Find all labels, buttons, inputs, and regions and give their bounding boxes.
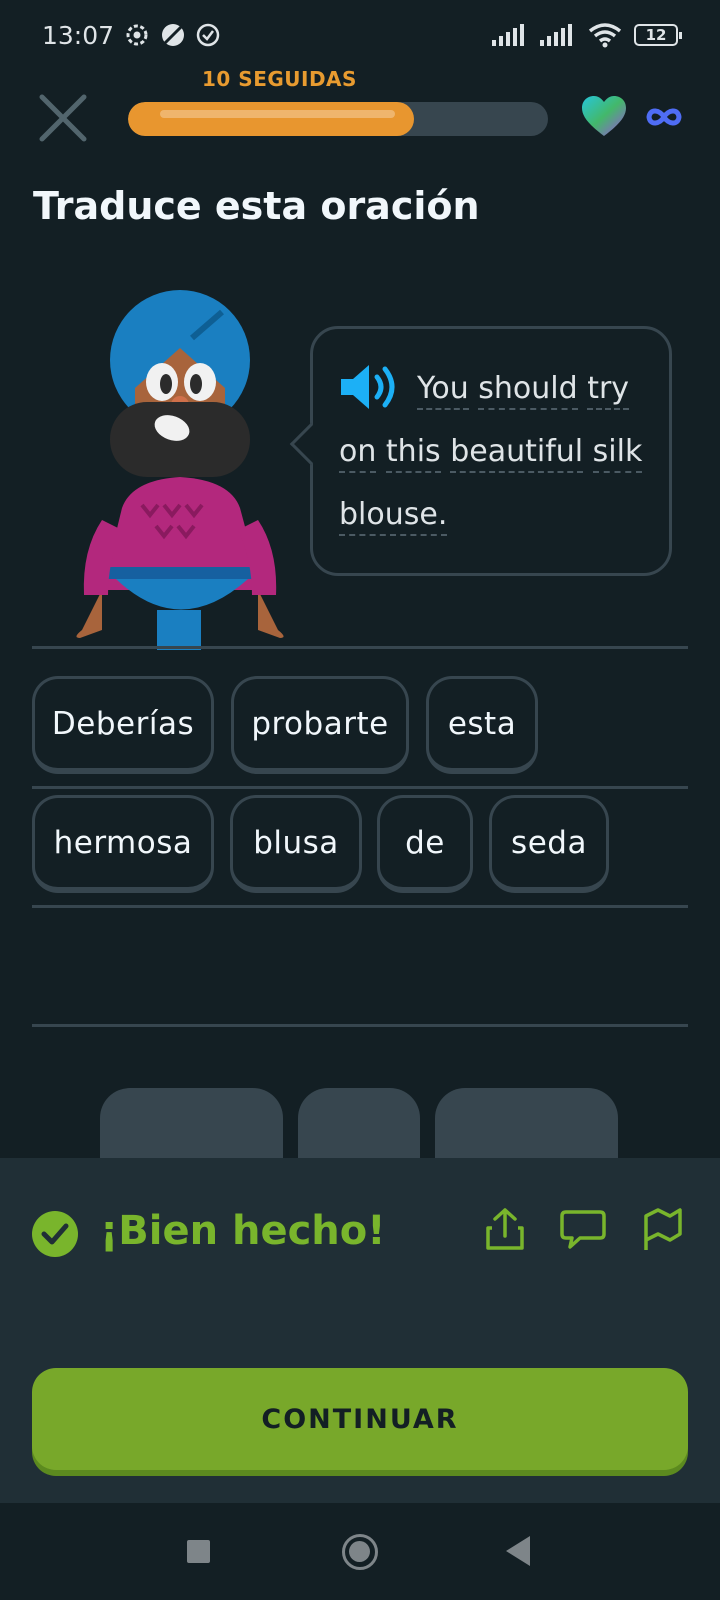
feedback-title: ¡Bien hecho! bbox=[100, 1208, 386, 1254]
prompt-word[interactable]: beautiful bbox=[450, 434, 584, 473]
answer-chip[interactable]: probarte bbox=[231, 676, 409, 774]
status-time: 13:07 bbox=[42, 20, 115, 50]
character-illustration bbox=[76, 290, 284, 650]
progress-fill bbox=[128, 102, 414, 136]
progress-bar bbox=[128, 102, 548, 136]
answer-line bbox=[32, 1024, 688, 1027]
back-icon[interactable] bbox=[506, 1536, 530, 1566]
prompt-sentence: You should try on this beautiful silk bl… bbox=[339, 357, 643, 546]
answer-chip[interactable]: Deberías bbox=[32, 676, 214, 774]
settings-status-icon bbox=[126, 24, 148, 46]
prompt-word[interactable]: should bbox=[478, 371, 578, 410]
prompt-word[interactable]: try bbox=[587, 371, 630, 410]
signal-icon-2 bbox=[540, 24, 572, 46]
answer-chip[interactable]: esta bbox=[426, 676, 538, 774]
flag-icon[interactable] bbox=[640, 1206, 686, 1252]
close-icon[interactable] bbox=[38, 93, 88, 143]
wifi-icon bbox=[588, 23, 622, 48]
status-bar: 13:07 12 bbox=[0, 0, 720, 70]
prompt-word[interactable]: this bbox=[385, 434, 441, 473]
answer-line bbox=[32, 646, 688, 649]
battery-level: 12 bbox=[645, 26, 667, 44]
answer-chip[interactable]: seda bbox=[489, 795, 609, 893]
answer-chip[interactable]: de bbox=[377, 795, 473, 893]
streak-label: 10 SEGUIDAS bbox=[202, 67, 357, 91]
recents-icon[interactable] bbox=[187, 1540, 210, 1563]
continue-button[interactable]: CONTINUAR bbox=[32, 1368, 688, 1470]
answer-chip[interactable]: hermosa bbox=[32, 795, 214, 893]
answer-chip[interactable]: blusa bbox=[230, 795, 362, 893]
answer-line bbox=[32, 905, 688, 908]
share-icon[interactable] bbox=[482, 1206, 528, 1252]
check-icon bbox=[32, 1211, 78, 1257]
infinity-icon bbox=[646, 108, 682, 126]
speaker-icon[interactable] bbox=[339, 363, 403, 411]
prompt-word[interactable]: You bbox=[417, 371, 469, 410]
progress-shine bbox=[160, 110, 396, 118]
heart-icon[interactable] bbox=[582, 96, 626, 138]
battery-icon: 12 bbox=[634, 24, 682, 46]
check-status-icon bbox=[196, 23, 220, 47]
prompt-word[interactable]: on bbox=[339, 434, 377, 473]
vpn-status-icon bbox=[162, 24, 185, 46]
prompt-word[interactable]: silk bbox=[592, 434, 643, 473]
prompt-word[interactable]: blouse. bbox=[339, 497, 448, 536]
home-icon[interactable] bbox=[342, 1534, 378, 1570]
answer-line bbox=[32, 786, 688, 789]
signal-icon bbox=[492, 24, 524, 46]
exercise-title: Traduce esta oración bbox=[33, 184, 480, 228]
comment-icon[interactable] bbox=[560, 1206, 606, 1252]
speech-bubble: You should try on this beautiful silk bl… bbox=[289, 326, 672, 576]
